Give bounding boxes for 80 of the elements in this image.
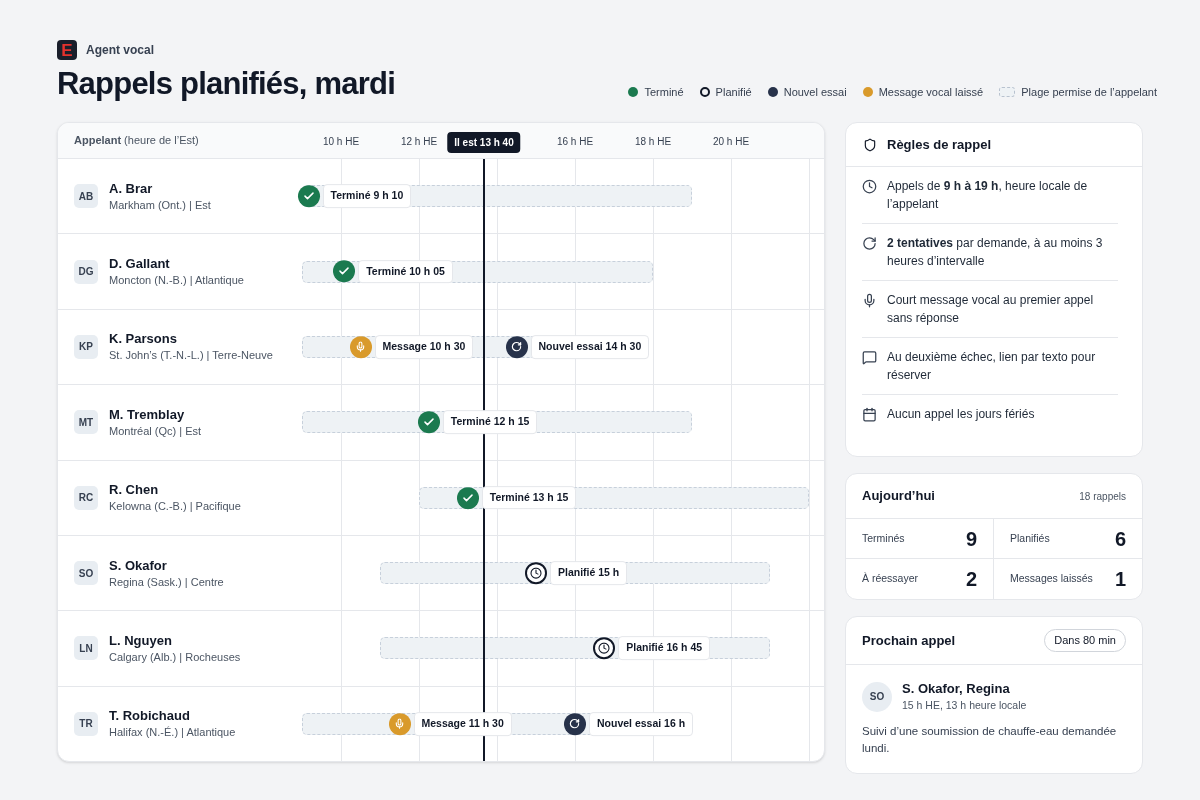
- card-title: Règles de rappel: [887, 135, 992, 154]
- caller-location: Halifax (N.-É.) | Atlantique: [109, 725, 236, 741]
- caller-name: S. Okafor: [109, 556, 168, 574]
- caller-location: Calgary (Alb.) | Rocheuses: [109, 649, 241, 665]
- stat-label: Messages laissés: [1010, 571, 1093, 587]
- stat-value: 6: [1114, 526, 1126, 552]
- rule-text: Au deuxième échec, lien par texto pour réserver: [887, 349, 1097, 384]
- stat-label: Planifiés: [1010, 530, 1050, 546]
- stat-value: 1: [1114, 567, 1126, 592]
- app-name: Agent vocal: [86, 42, 154, 59]
- avatar: SO: [862, 681, 892, 712]
- rule-text: Appels de 9 h à 19 h, heure locale de l’appelant: [887, 178, 1089, 213]
- stat-label: Terminés: [862, 530, 905, 546]
- event-label: Message 10 h 30: [374, 335, 474, 359]
- rule-text: 2 tentatives par demande, à au moins 3 heures d’intervalle: [887, 235, 1104, 270]
- avatar: TR: [74, 711, 98, 736]
- caller-location: Kelowna (C.-B.) | Pacifique: [109, 499, 241, 515]
- avatar: RC: [74, 485, 98, 510]
- event-label: Nouvel essai 14 h 30: [530, 335, 650, 359]
- microphone-icon: [862, 293, 877, 308]
- time-tick: 18 h HE: [634, 135, 672, 149]
- current-time-badge: Il est 13 h 40: [447, 132, 521, 153]
- caller-location: Montréal (Qc) | Est: [109, 423, 202, 439]
- event-label: Terminé 12 h 15: [442, 410, 538, 435]
- call-note: Suivi d’une soumission de chauffe-eau demandée lundi.: [862, 724, 1118, 756]
- time-tick: 12 h HE: [400, 135, 438, 149]
- avatar: SO: [74, 561, 98, 586]
- stat-value: 9: [965, 526, 977, 552]
- calendar-icon: [862, 407, 877, 422]
- legend-label: Plage permise de l’appelant: [1021, 84, 1157, 100]
- caller-location: Regina (Sask.) | Centre: [109, 574, 224, 590]
- caller-name: T. Robichaud: [109, 707, 191, 725]
- retry-icon: [862, 236, 877, 251]
- caller-location: Moncton (N.-B.) | Atlantique: [109, 273, 244, 289]
- caller-location: Markham (Ont.) | Est: [109, 197, 211, 213]
- caller-name: R. Chen: [109, 481, 160, 499]
- legend-swatch: [999, 86, 1016, 97]
- event-label: Terminé 13 h 15: [481, 485, 577, 510]
- event-label: Nouvel essai 16 h: [589, 711, 694, 736]
- column-header: Appelant (heure de l’Est): [74, 133, 199, 149]
- shield-icon: [863, 137, 877, 152]
- rule-text: Court message vocal au premier appel sans réponse: [887, 292, 1095, 327]
- avatar: MT: [74, 410, 98, 435]
- caller-name: A. Brar: [109, 179, 154, 197]
- call-time: 15 h HE, 13 h heure locale: [902, 698, 1027, 713]
- event-label: Planifié 15 h: [550, 561, 628, 585]
- check-icon: [297, 185, 320, 208]
- card-title: Prochain appel: [862, 631, 956, 650]
- event-label: Planifié 16 h 45: [618, 636, 711, 661]
- check-icon: [333, 260, 356, 283]
- legend-label: Message vocal laissé: [878, 84, 984, 100]
- avatar: KP: [74, 334, 98, 359]
- time-tick: 20 h HE: [712, 135, 750, 149]
- call-count: 18 rappels: [1079, 489, 1126, 504]
- clock-icon: [862, 179, 877, 194]
- avatar: LN: [74, 636, 98, 661]
- page-title: Rappels planifiés, mardi: [57, 65, 395, 103]
- legend-ring: [699, 86, 710, 97]
- stat-label: À réessayer: [862, 571, 919, 587]
- event-label: Terminé 9 h 10: [322, 184, 412, 209]
- time-tick: 16 h HE: [556, 135, 594, 149]
- avatar: AB: [74, 184, 98, 209]
- card-title: Aujourd’hui: [862, 487, 935, 506]
- event-label: Message 11 h 30: [413, 711, 512, 736]
- legend-label: Terminé: [644, 84, 684, 100]
- caller-name: S. Okafor, Regina: [902, 680, 1011, 698]
- message-icon: [862, 350, 877, 365]
- event-label: Terminé 10 h 05: [358, 259, 453, 284]
- time-tick: 10 h HE: [322, 135, 360, 149]
- legend-label: Nouvel essai: [783, 84, 847, 100]
- rule-text: Aucun appel les jours fériés: [887, 406, 1035, 423]
- caller-name: L. Nguyen: [109, 631, 173, 649]
- legend-label: Planifié: [715, 84, 752, 100]
- caller-name: K. Parsons: [109, 330, 178, 348]
- avatar: DG: [74, 259, 98, 284]
- caller-location: St. John’s (T.-N.-L.) | Terre-Neuve: [109, 348, 273, 364]
- stat-value: 2: [965, 567, 977, 592]
- caller-name: M. Tremblay: [109, 405, 186, 423]
- caller-name: D. Gallant: [109, 255, 171, 273]
- logo: E: [57, 40, 77, 60]
